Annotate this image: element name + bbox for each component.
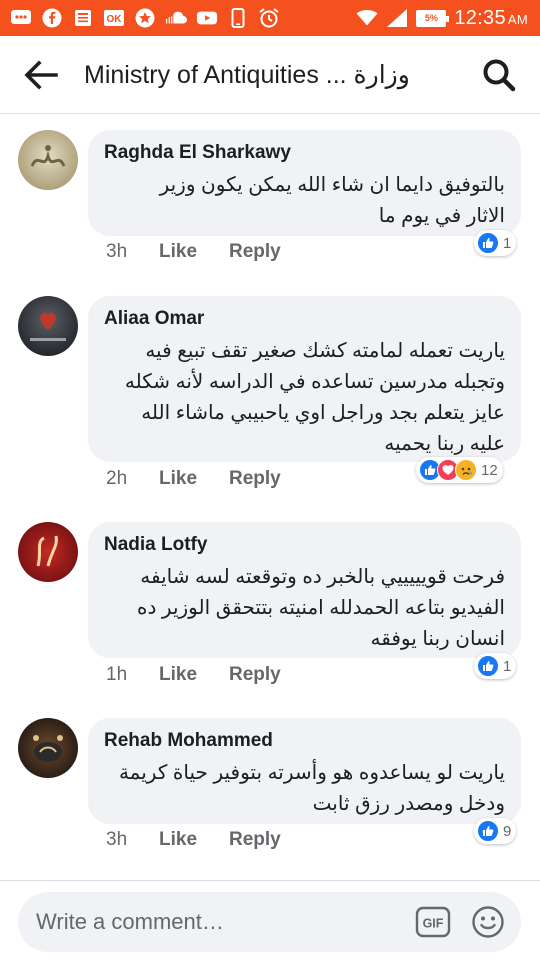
alarm-icon [258,8,280,28]
like-button[interactable]: Like [159,468,229,490]
reaction-count: 12 [481,461,498,479]
reaction-summary[interactable]: 12 [416,457,503,483]
like-reaction-icon [477,232,499,254]
arrow-left-icon [24,60,58,90]
vk-icon: OK [103,8,125,28]
comment-bubble: Nadia Lotfy فرحت قويييييي بالخبر ده وتوق… [88,522,521,658]
comment-time: 3h [106,241,128,262]
phone-icon [227,8,249,28]
comment-author[interactable]: Rehab Mohammed [104,730,505,752]
battery-icon: 5% [416,9,450,27]
like-button[interactable]: Like [159,241,229,263]
avatar[interactable] [18,522,78,582]
avatar[interactable] [18,130,78,190]
soundcloud-icon [165,8,187,28]
search-icon [483,59,516,92]
comment-actions: 1h Like Reply [106,664,281,686]
notification-icons: OK [10,0,280,36]
avatar[interactable] [18,296,78,356]
reply-button[interactable]: Reply [229,468,281,490]
reaction-count: 9 [503,822,512,840]
news-icon [72,8,94,28]
search-button[interactable] [480,56,518,94]
comment-text: ياريت لو يساعدوه هو وأسرته بتوفير حياة ك… [118,762,505,815]
comment-actions: 3h Like Reply [106,241,281,263]
gif-button[interactable]: GIF [415,905,451,939]
like-button[interactable]: Like [159,664,229,686]
reply-button[interactable]: Reply [229,664,281,686]
clock-time: 12:35 [454,6,506,29]
gif-icon: GIF [415,906,451,938]
signal-icon [386,8,408,28]
reaction-count: 1 [503,234,512,252]
clock: 12:35 AM [454,7,528,30]
comment-composer[interactable]: Write a comment… GIF [18,892,521,952]
like-reaction-icon [477,655,499,677]
app-header: Ministry of Antiquities ... وزارة [0,36,540,114]
wifi-icon [356,8,378,28]
youtube-icon [196,8,218,28]
comment-time: 3h [106,829,128,850]
comment-bubble: Raghda El Sharkawy بالتوفيق دايما ان شاء… [88,130,521,236]
like-reaction-icon [477,820,499,842]
comment-time: 1h [106,664,128,685]
reaction-count: 1 [503,657,512,675]
smiley-icon [472,906,504,938]
reaction-summary[interactable]: 1 [474,230,517,256]
messages-icon [10,8,32,28]
back-button[interactable] [22,58,62,92]
comment-input[interactable]: Write a comment… [36,909,224,935]
reply-button[interactable]: Reply [229,829,281,851]
reaction-summary[interactable]: 9 [474,818,517,844]
status-bar: OK 5% 12:35 AM [0,0,540,36]
comment-text: بالتوفيق دايما ان شاء الله يمكن يكون وزي… [159,174,505,227]
comment-bubble: Rehab Mohammed ياريت لو يساعدوه هو وأسرت… [88,718,521,824]
star-icon [134,8,156,28]
clock-ampm: AM [507,11,528,27]
emoji-button[interactable] [471,905,505,939]
page-title: Ministry of Antiquities ... وزارة [84,61,410,89]
facebook-icon [41,8,63,28]
sad-reaction-icon [455,459,477,481]
comment-actions: 3h Like Reply [106,829,281,851]
comment-author[interactable]: Raghda El Sharkawy [104,142,505,164]
svg-text:OK: OK [107,14,123,25]
like-button[interactable]: Like [159,829,229,851]
comment-bubble: Aliaa Omar ياريت تعمله لمامته كشك صغير ت… [88,296,521,462]
comment-author[interactable]: Nadia Lotfy [104,534,505,556]
system-icons: 5% 12:35 AM [356,0,528,36]
comment-author[interactable]: Aliaa Omar [104,308,505,330]
comment-text: فرحت قويييييي بالخبر ده وتوقعته لسه شايف… [136,566,505,650]
reply-button[interactable]: Reply [229,241,281,263]
comment-time: 2h [106,468,128,489]
avatar[interactable] [18,718,78,778]
reaction-summary[interactable]: 1 [474,653,517,679]
comment-text: ياريت تعمله لمامته كشك صغير تقف تبيع فيه… [124,340,505,455]
comment-actions: 2h Like Reply [106,468,281,490]
comment-composer-bar: Write a comment… GIF [0,880,540,960]
gif-label: GIF [423,917,444,931]
